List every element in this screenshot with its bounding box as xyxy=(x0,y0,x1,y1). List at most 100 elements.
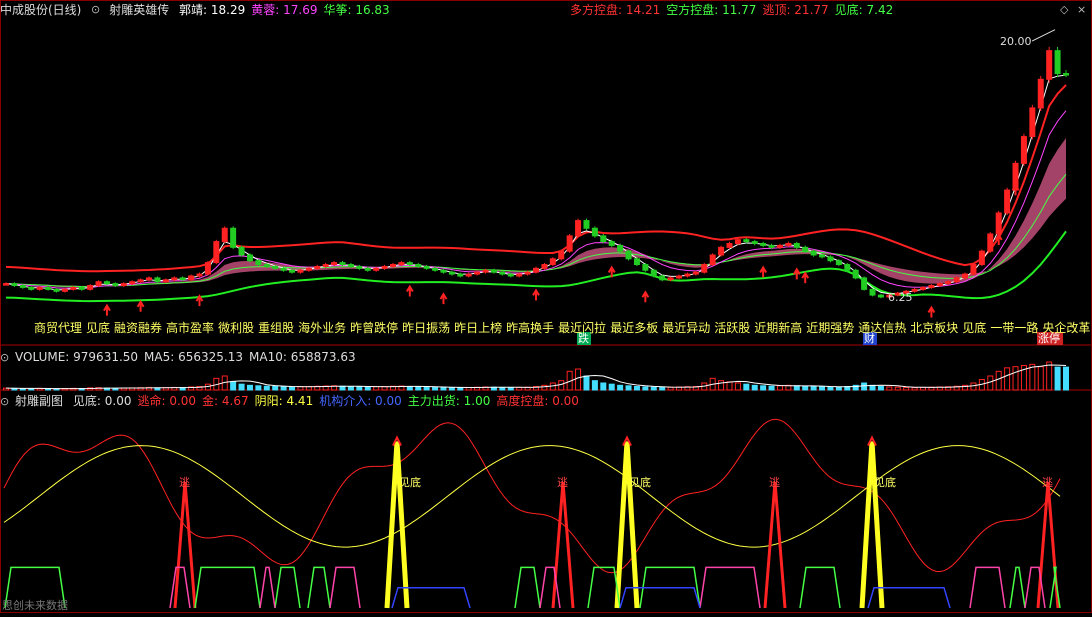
escape-label: 逃 xyxy=(179,476,190,489)
concept-tag[interactable]: 最近异动 xyxy=(662,321,710,335)
watermark: 思创未来数据 xyxy=(2,599,68,612)
candle-body xyxy=(221,227,228,243)
volume-bar xyxy=(448,387,455,391)
volume-bar xyxy=(760,385,767,391)
chart-window: 20.00 6.25 跌财涨停逃逃逃逃见底 见底 见底 中成股份(日线) 射雕英雄传 郭… xyxy=(0,0,1092,613)
candle-body xyxy=(188,275,195,281)
sub-header-item: 高度控盘: 0.00 xyxy=(496,394,579,408)
candle-body xyxy=(709,254,716,266)
candle-body xyxy=(440,269,447,273)
volume-bar xyxy=(373,386,380,391)
volume-bar xyxy=(356,386,363,391)
candle-body xyxy=(213,241,220,264)
escape-spike xyxy=(551,482,575,609)
volume-bar xyxy=(1046,361,1053,391)
concept-tag[interactable]: 昨日上榜 xyxy=(454,321,502,335)
concept-tag[interactable]: 近期新高 xyxy=(754,321,802,335)
volume-bar xyxy=(734,382,741,391)
candle-body xyxy=(154,277,161,283)
concept-tag[interactable]: 重组股 xyxy=(258,321,294,335)
concept-tag[interactable]: 一带一路 xyxy=(990,321,1038,335)
candle-body xyxy=(936,283,943,287)
candle-body xyxy=(129,281,136,285)
volume-bar xyxy=(776,385,783,391)
close-icon[interactable]: × xyxy=(1077,3,1086,16)
candle-body xyxy=(230,227,237,248)
sub-header-item: 金: 4.67 xyxy=(202,394,249,408)
concept-tag[interactable]: 微利股 xyxy=(218,321,254,335)
main-header-right-item: 多方控盘: 14.21 xyxy=(570,3,661,17)
volume-bar xyxy=(415,386,422,391)
candle-body xyxy=(953,277,960,283)
escape-line xyxy=(3,418,1061,574)
candle-body xyxy=(541,264,548,269)
concept-tag[interactable]: 见底 xyxy=(962,321,986,335)
sub-toggle-icon[interactable]: ⊙ xyxy=(0,395,9,408)
volume-bar xyxy=(886,386,893,391)
main-header-right-item: 逃顶: 21.77 xyxy=(762,3,829,17)
concept-tag[interactable]: 活跃股 xyxy=(714,321,750,335)
candle-body xyxy=(583,220,590,229)
volume-bar xyxy=(877,386,884,391)
concept-tag[interactable]: 商贸代理 xyxy=(34,321,82,335)
buy-arrow xyxy=(801,271,810,284)
volume-bar xyxy=(347,386,354,391)
candle-body xyxy=(263,264,270,267)
concept-tag[interactable]: 融资融券 xyxy=(114,321,162,335)
volume-bar xyxy=(1037,366,1044,391)
concept-tag[interactable]: 见底 xyxy=(86,321,110,335)
candle-body xyxy=(591,227,598,237)
candle-body xyxy=(28,286,35,290)
indicator-dropdown-icon[interactable]: ⊙ xyxy=(91,3,100,16)
buy-arrow xyxy=(641,290,650,303)
control-block xyxy=(699,566,761,609)
volume-bar xyxy=(1063,366,1069,391)
concept-tag[interactable]: 最近多板 xyxy=(610,321,658,335)
candle-body xyxy=(810,250,817,256)
bottom-spike xyxy=(384,441,410,609)
diamond-icon[interactable]: ◇ xyxy=(1060,3,1068,16)
volume-bar xyxy=(600,382,607,391)
candle-body xyxy=(339,262,346,266)
chart-canvas[interactable]: 20.006.25跌财涨停逃逃逃逃见底 见底 见底 xyxy=(0,0,1092,613)
concept-tag[interactable]: 最近闪拉 xyxy=(558,321,606,335)
indicator-name[interactable]: 射雕英雄传 xyxy=(109,3,169,17)
buy-arrow xyxy=(405,284,414,297)
concept-tag[interactable]: 近期强势 xyxy=(806,321,854,335)
volume-bar xyxy=(617,384,624,391)
candle-body xyxy=(36,286,43,290)
concept-tag[interactable]: 通达信热 xyxy=(858,321,906,335)
volume-toggle-icon[interactable]: ⊙ xyxy=(0,351,9,364)
concept-tag[interactable]: 央企改革 xyxy=(1042,321,1090,335)
trend-band xyxy=(6,138,1066,288)
volume-bar xyxy=(861,382,868,391)
concept-tag[interactable]: 昨曾跌停 xyxy=(350,321,398,335)
candle-body xyxy=(919,286,926,290)
candle-body xyxy=(120,283,127,287)
candle-body xyxy=(204,262,211,275)
concept-tag[interactable]: 昨日振荡 xyxy=(402,321,450,335)
concept-tag[interactable]: 高市盈率 xyxy=(166,321,214,335)
concept-tag[interactable]: 昨高换手 xyxy=(506,321,554,335)
candle-body xyxy=(289,269,296,273)
candle-body xyxy=(103,281,110,285)
stock-name[interactable]: 中成股份(日线) xyxy=(0,3,81,17)
candle-body xyxy=(255,260,262,266)
candle-body xyxy=(474,271,481,275)
candle-body xyxy=(676,275,683,279)
candle-body xyxy=(549,258,556,266)
buy-arrow xyxy=(759,265,768,278)
candle-body xyxy=(415,264,422,267)
candle-body xyxy=(751,241,758,245)
buy-arrow xyxy=(439,292,448,305)
volume-bar xyxy=(499,386,506,391)
candle-body xyxy=(406,262,413,266)
candle-body xyxy=(633,258,640,266)
buy-arrow xyxy=(927,305,936,318)
volume-bar xyxy=(280,386,287,391)
sub-indicator-name[interactable]: 射雕副图 xyxy=(15,394,63,408)
concept-tag[interactable]: 海外业务 xyxy=(298,321,346,335)
volume-bar xyxy=(112,387,119,391)
concept-tag[interactable]: 北京板块 xyxy=(910,321,958,335)
main-header-right-item: 空方控盘: 11.77 xyxy=(666,3,757,17)
